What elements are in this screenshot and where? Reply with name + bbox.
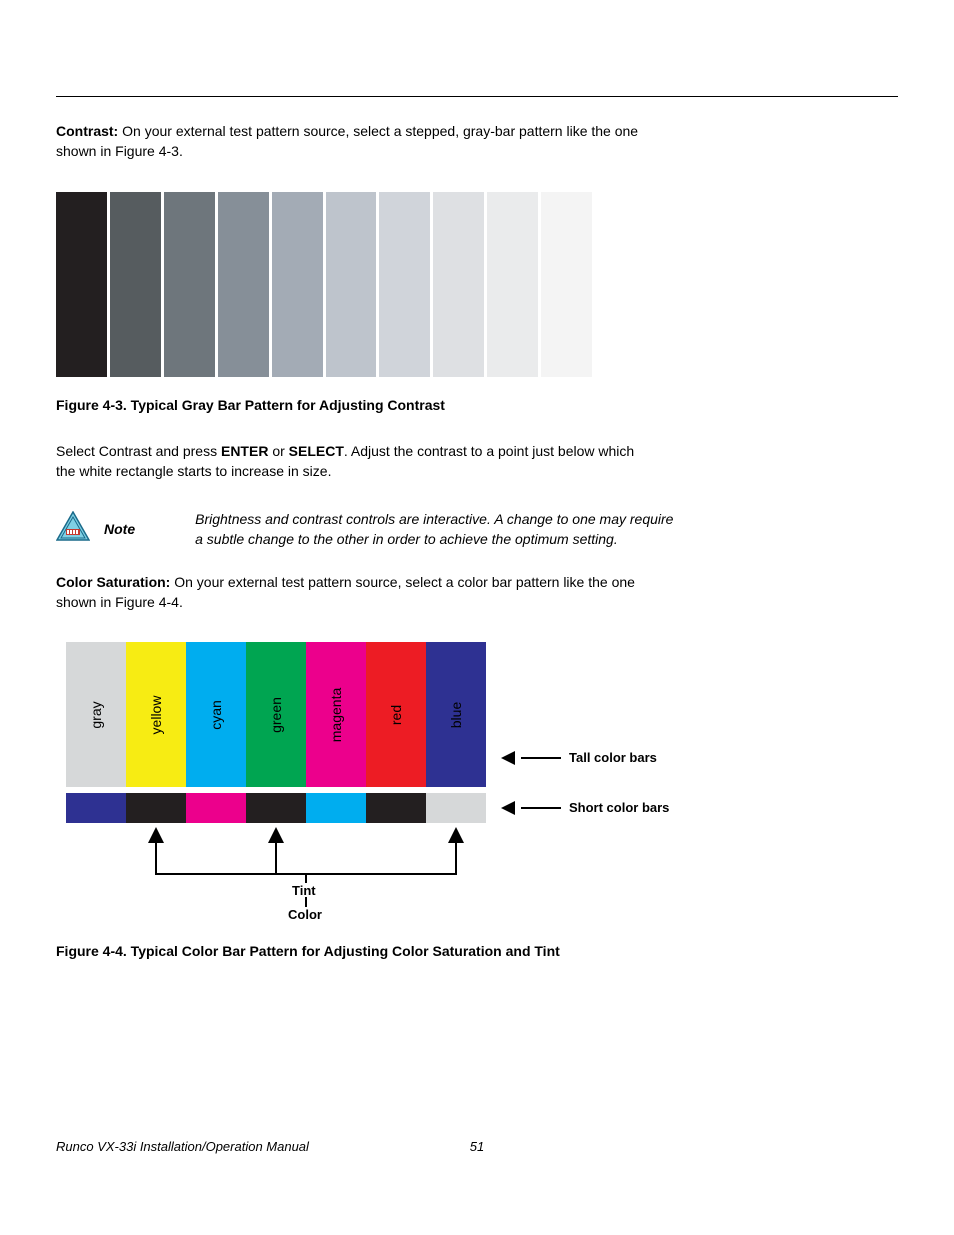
instr-mid: or bbox=[268, 443, 288, 459]
gray-bar bbox=[487, 192, 538, 377]
gray-bar bbox=[379, 192, 430, 377]
contrast-heading: Contrast: bbox=[56, 123, 118, 139]
enter-key: ENTER bbox=[221, 443, 268, 459]
bar-label-gray: gray bbox=[88, 701, 104, 728]
tall-bar-gray: gray bbox=[66, 642, 126, 787]
gray-bar bbox=[433, 192, 484, 377]
instr-pre: Select Contrast and press bbox=[56, 443, 221, 459]
color-label: Color bbox=[286, 907, 324, 922]
figure-4-4: gray yellow cyan green magenta red blue Tall c… bbox=[66, 642, 686, 925]
short-bar bbox=[186, 793, 246, 823]
gray-bar bbox=[541, 192, 592, 377]
short-color-bars bbox=[66, 793, 486, 823]
saturation-paragraph: Color Saturation: On your external test … bbox=[56, 572, 656, 613]
contrast-paragraph: Contrast: On your external test pattern … bbox=[56, 121, 656, 162]
short-bar bbox=[126, 793, 186, 823]
gray-bar bbox=[164, 192, 215, 377]
saturation-heading: Color Saturation: bbox=[56, 574, 170, 590]
figure-4-4-caption: Figure 4-4. Typical Color Bar Pattern fo… bbox=[56, 943, 898, 959]
tall-bar-magenta: magenta bbox=[306, 642, 366, 787]
select-key: SELECT bbox=[289, 443, 344, 459]
bracket-diagram: Tint Color bbox=[66, 825, 486, 925]
gray-bar bbox=[595, 192, 646, 377]
short-bars-label: Short color bars bbox=[501, 800, 669, 815]
footer-page-number: 51 bbox=[470, 1139, 484, 1154]
note-block: Note Brightness and contrast controls ar… bbox=[56, 509, 676, 550]
tall-color-bars: gray yellow cyan green magenta red blue bbox=[66, 642, 486, 787]
note-label: Note bbox=[104, 521, 135, 537]
figure-4-3-caption: Figure 4-3. Typical Gray Bar Pattern for… bbox=[56, 397, 898, 413]
gray-bar bbox=[218, 192, 269, 377]
contrast-text: On your external test pattern source, se… bbox=[56, 123, 638, 159]
bar-label-blue: blue bbox=[448, 702, 464, 728]
short-bar bbox=[66, 793, 126, 823]
tall-bar-cyan: cyan bbox=[186, 642, 246, 787]
tall-bar-blue: blue bbox=[426, 642, 486, 787]
top-rule bbox=[56, 96, 898, 97]
note-text: Brightness and contrast controls are int… bbox=[195, 509, 676, 550]
bar-label-red: red bbox=[388, 705, 404, 725]
page-footer: Runco VX-33i Installation/Operation Manu… bbox=[56, 1139, 898, 1154]
short-bar bbox=[366, 793, 426, 823]
tall-bars-label: Tall color bars bbox=[501, 750, 657, 765]
tint-label: Tint bbox=[290, 883, 318, 898]
tall-bar-yellow: yellow bbox=[126, 642, 186, 787]
gray-bar bbox=[56, 192, 107, 377]
bar-label-yellow: yellow bbox=[148, 695, 164, 734]
gray-bar-pattern bbox=[56, 192, 646, 377]
gray-bar bbox=[272, 192, 323, 377]
short-bar bbox=[246, 793, 306, 823]
gray-bar bbox=[326, 192, 377, 377]
gray-bar bbox=[110, 192, 161, 377]
short-bar bbox=[306, 793, 366, 823]
tall-bar-green: green bbox=[246, 642, 306, 787]
bar-label-magenta: magenta bbox=[328, 688, 344, 742]
short-bar bbox=[426, 793, 486, 823]
warning-triangle-icon bbox=[56, 511, 90, 544]
contrast-instruction: Select Contrast and press ENTER or SELEC… bbox=[56, 441, 656, 482]
tall-bar-red: red bbox=[366, 642, 426, 787]
bar-label-green: green bbox=[268, 697, 284, 733]
bar-label-cyan: cyan bbox=[208, 700, 224, 730]
footer-title: Runco VX-33i Installation/Operation Manu… bbox=[56, 1139, 309, 1154]
